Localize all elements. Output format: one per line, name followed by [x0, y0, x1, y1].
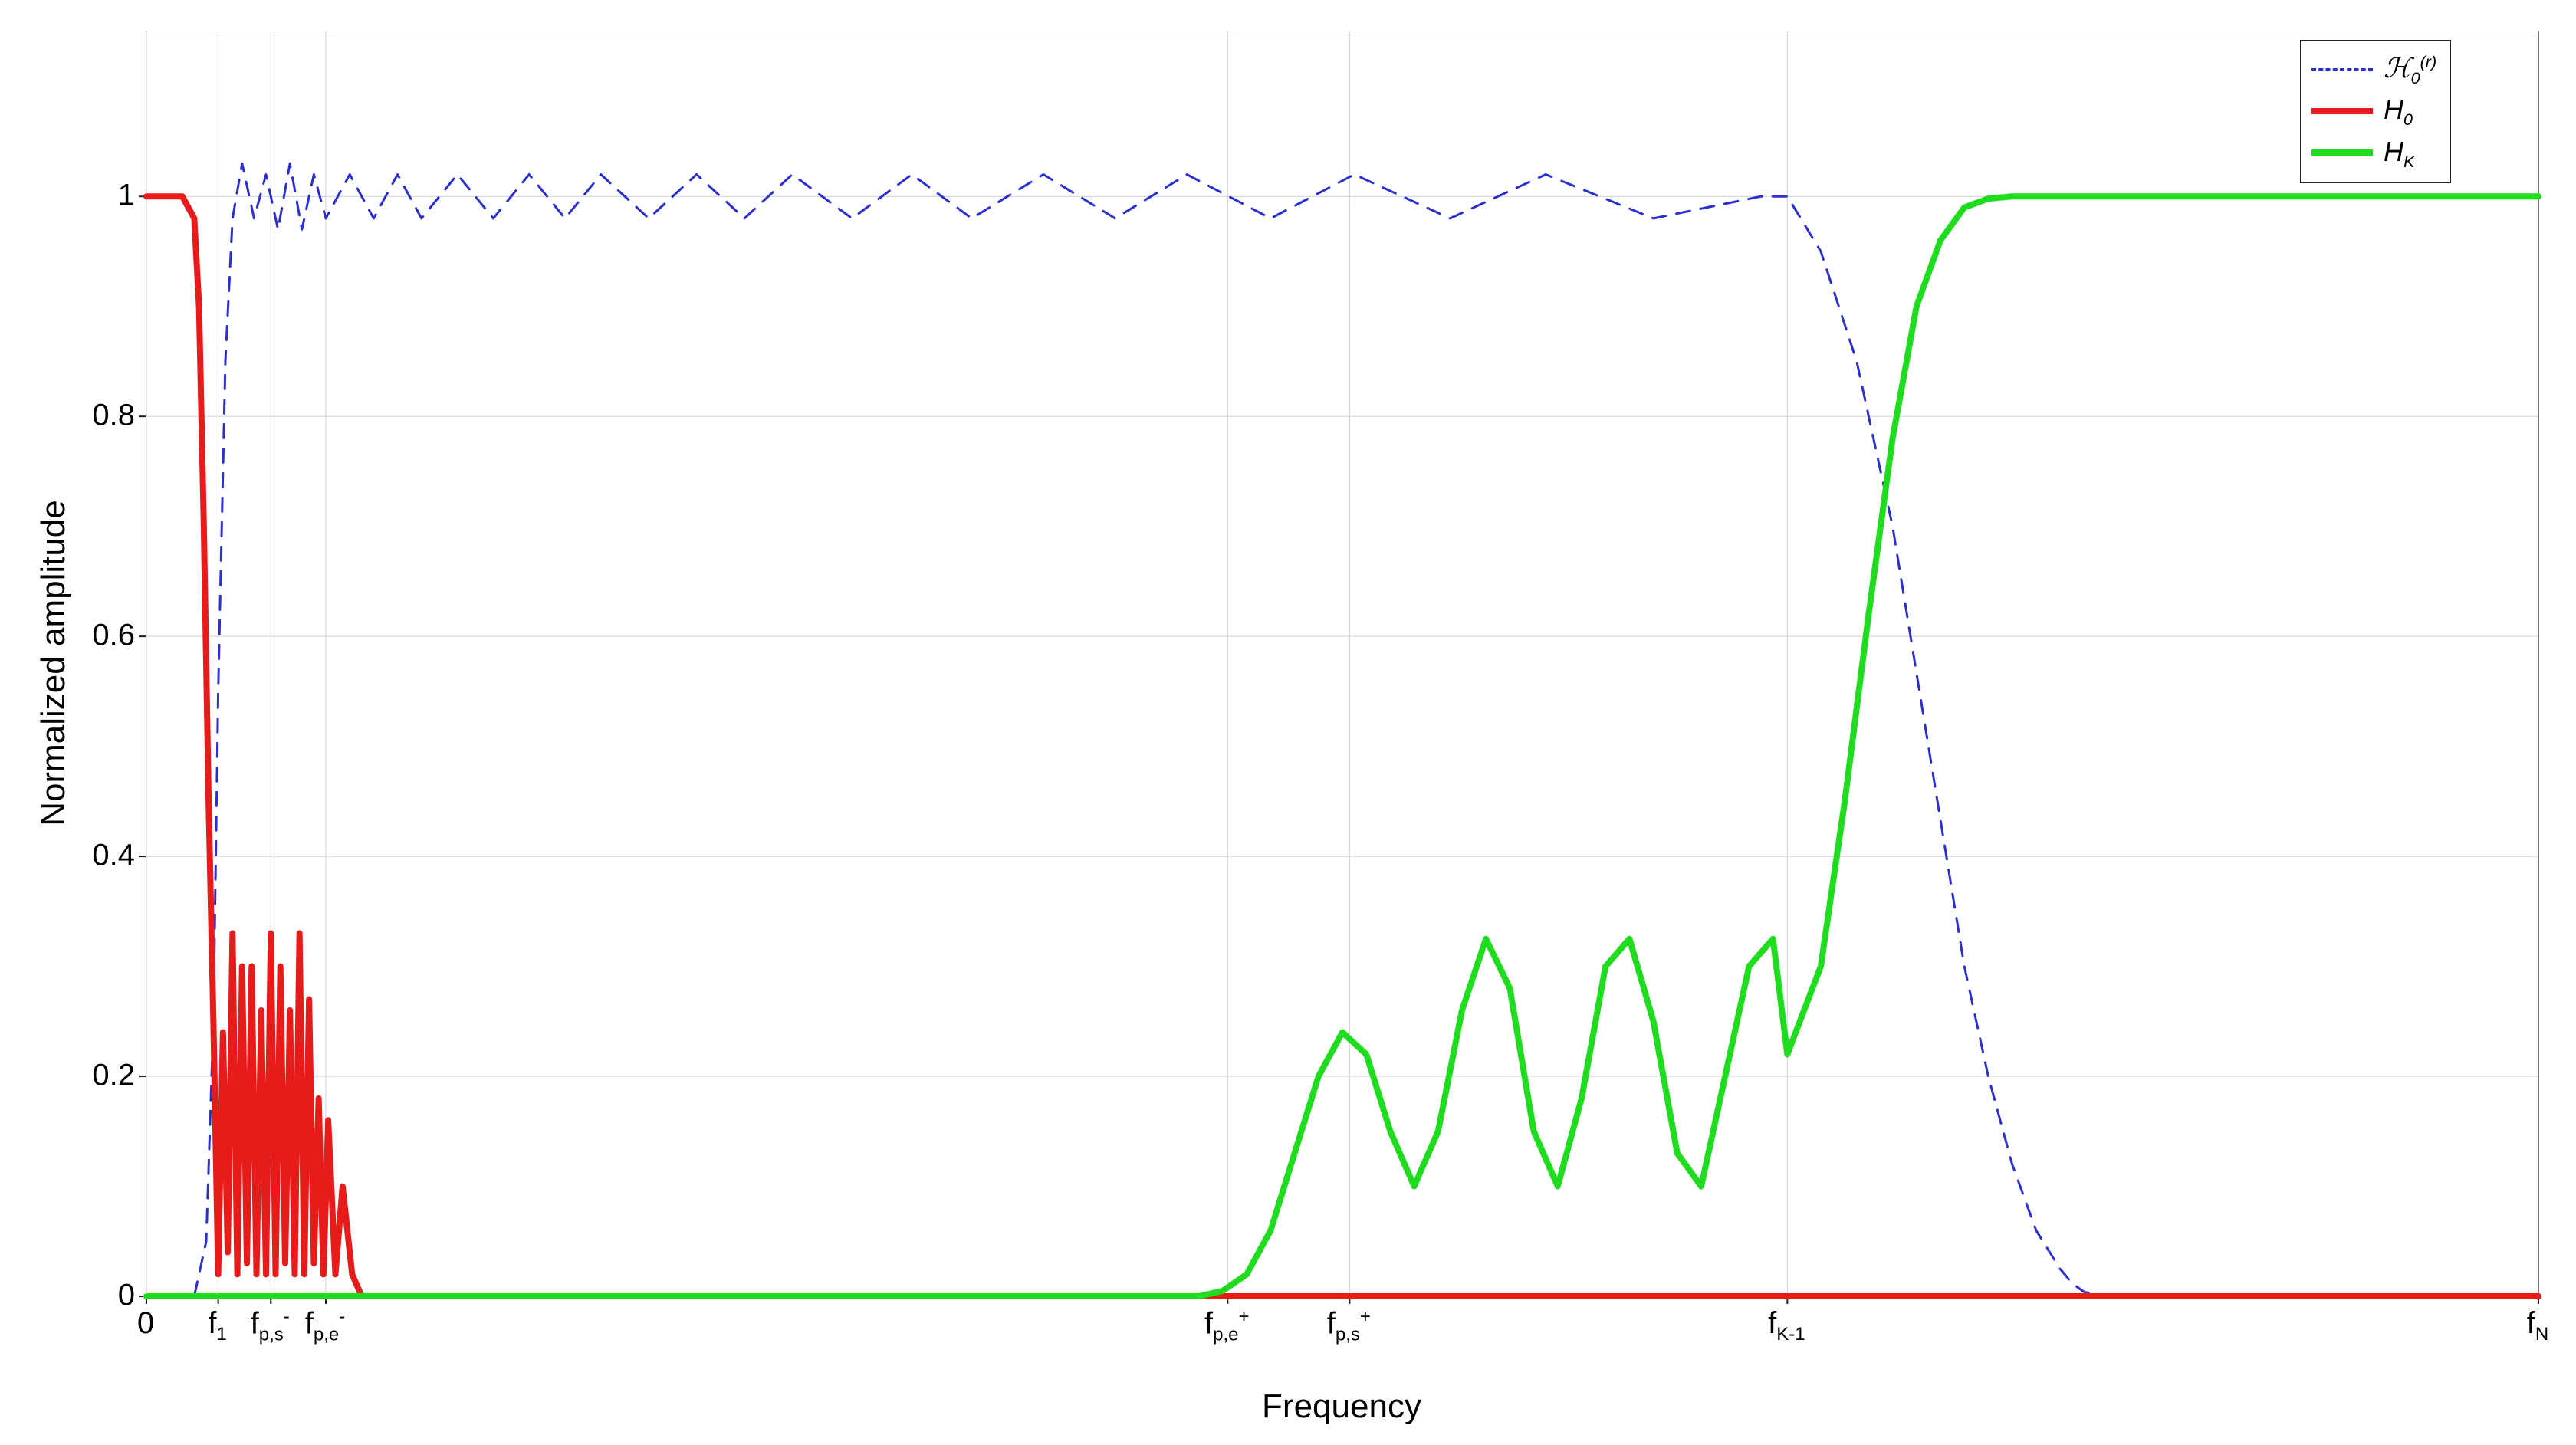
x-tick-label: fp,e+	[1204, 1306, 1250, 1345]
y-axis-title: Normalized amplitude	[34, 500, 73, 826]
x-tick-label: 0	[137, 1306, 154, 1341]
legend-label: ℋ0(r)	[2384, 48, 2436, 90]
legend-item-HK: HK	[2312, 132, 2436, 173]
legend-item-H0r: ℋ0(r)	[2312, 48, 2436, 90]
x-tick-label: fN	[2527, 1306, 2548, 1345]
x-tick-label: fp,s-	[251, 1306, 290, 1345]
chart-container: Frequency Normalized amplitude ℋ0(r)H0HK…	[0, 0, 2576, 1445]
x-axis-title: Frequency	[1262, 1388, 1421, 1426]
x-tick-label: fp,s+	[1327, 1306, 1371, 1345]
y-tick-label: 0.4	[92, 839, 135, 873]
legend-label: HK	[2384, 132, 2414, 173]
series-HK	[146, 196, 2538, 1296]
plot-area	[146, 31, 2539, 1297]
x-tick-label: fp,e-	[305, 1306, 346, 1345]
legend-swatch-icon	[2312, 68, 2373, 71]
y-tick-label: 1	[118, 179, 135, 213]
y-tick-label: 0	[118, 1279, 135, 1313]
legend-label: H0	[2384, 90, 2413, 131]
series-H0	[146, 196, 2538, 1296]
plot-svg	[146, 31, 2538, 1296]
y-tick-label: 0.6	[92, 619, 135, 653]
y-tick-label: 0.2	[92, 1059, 135, 1093]
legend-item-H0: H0	[2312, 90, 2436, 131]
legend: ℋ0(r)H0HK	[2300, 40, 2451, 183]
x-tick-label: f1	[208, 1306, 226, 1345]
series-H0r	[146, 163, 2538, 1296]
x-tick-label: fK-1	[1768, 1306, 1805, 1345]
y-tick-label: 0.8	[92, 399, 135, 433]
legend-swatch-icon	[2312, 108, 2373, 114]
legend-swatch-icon	[2312, 149, 2373, 156]
